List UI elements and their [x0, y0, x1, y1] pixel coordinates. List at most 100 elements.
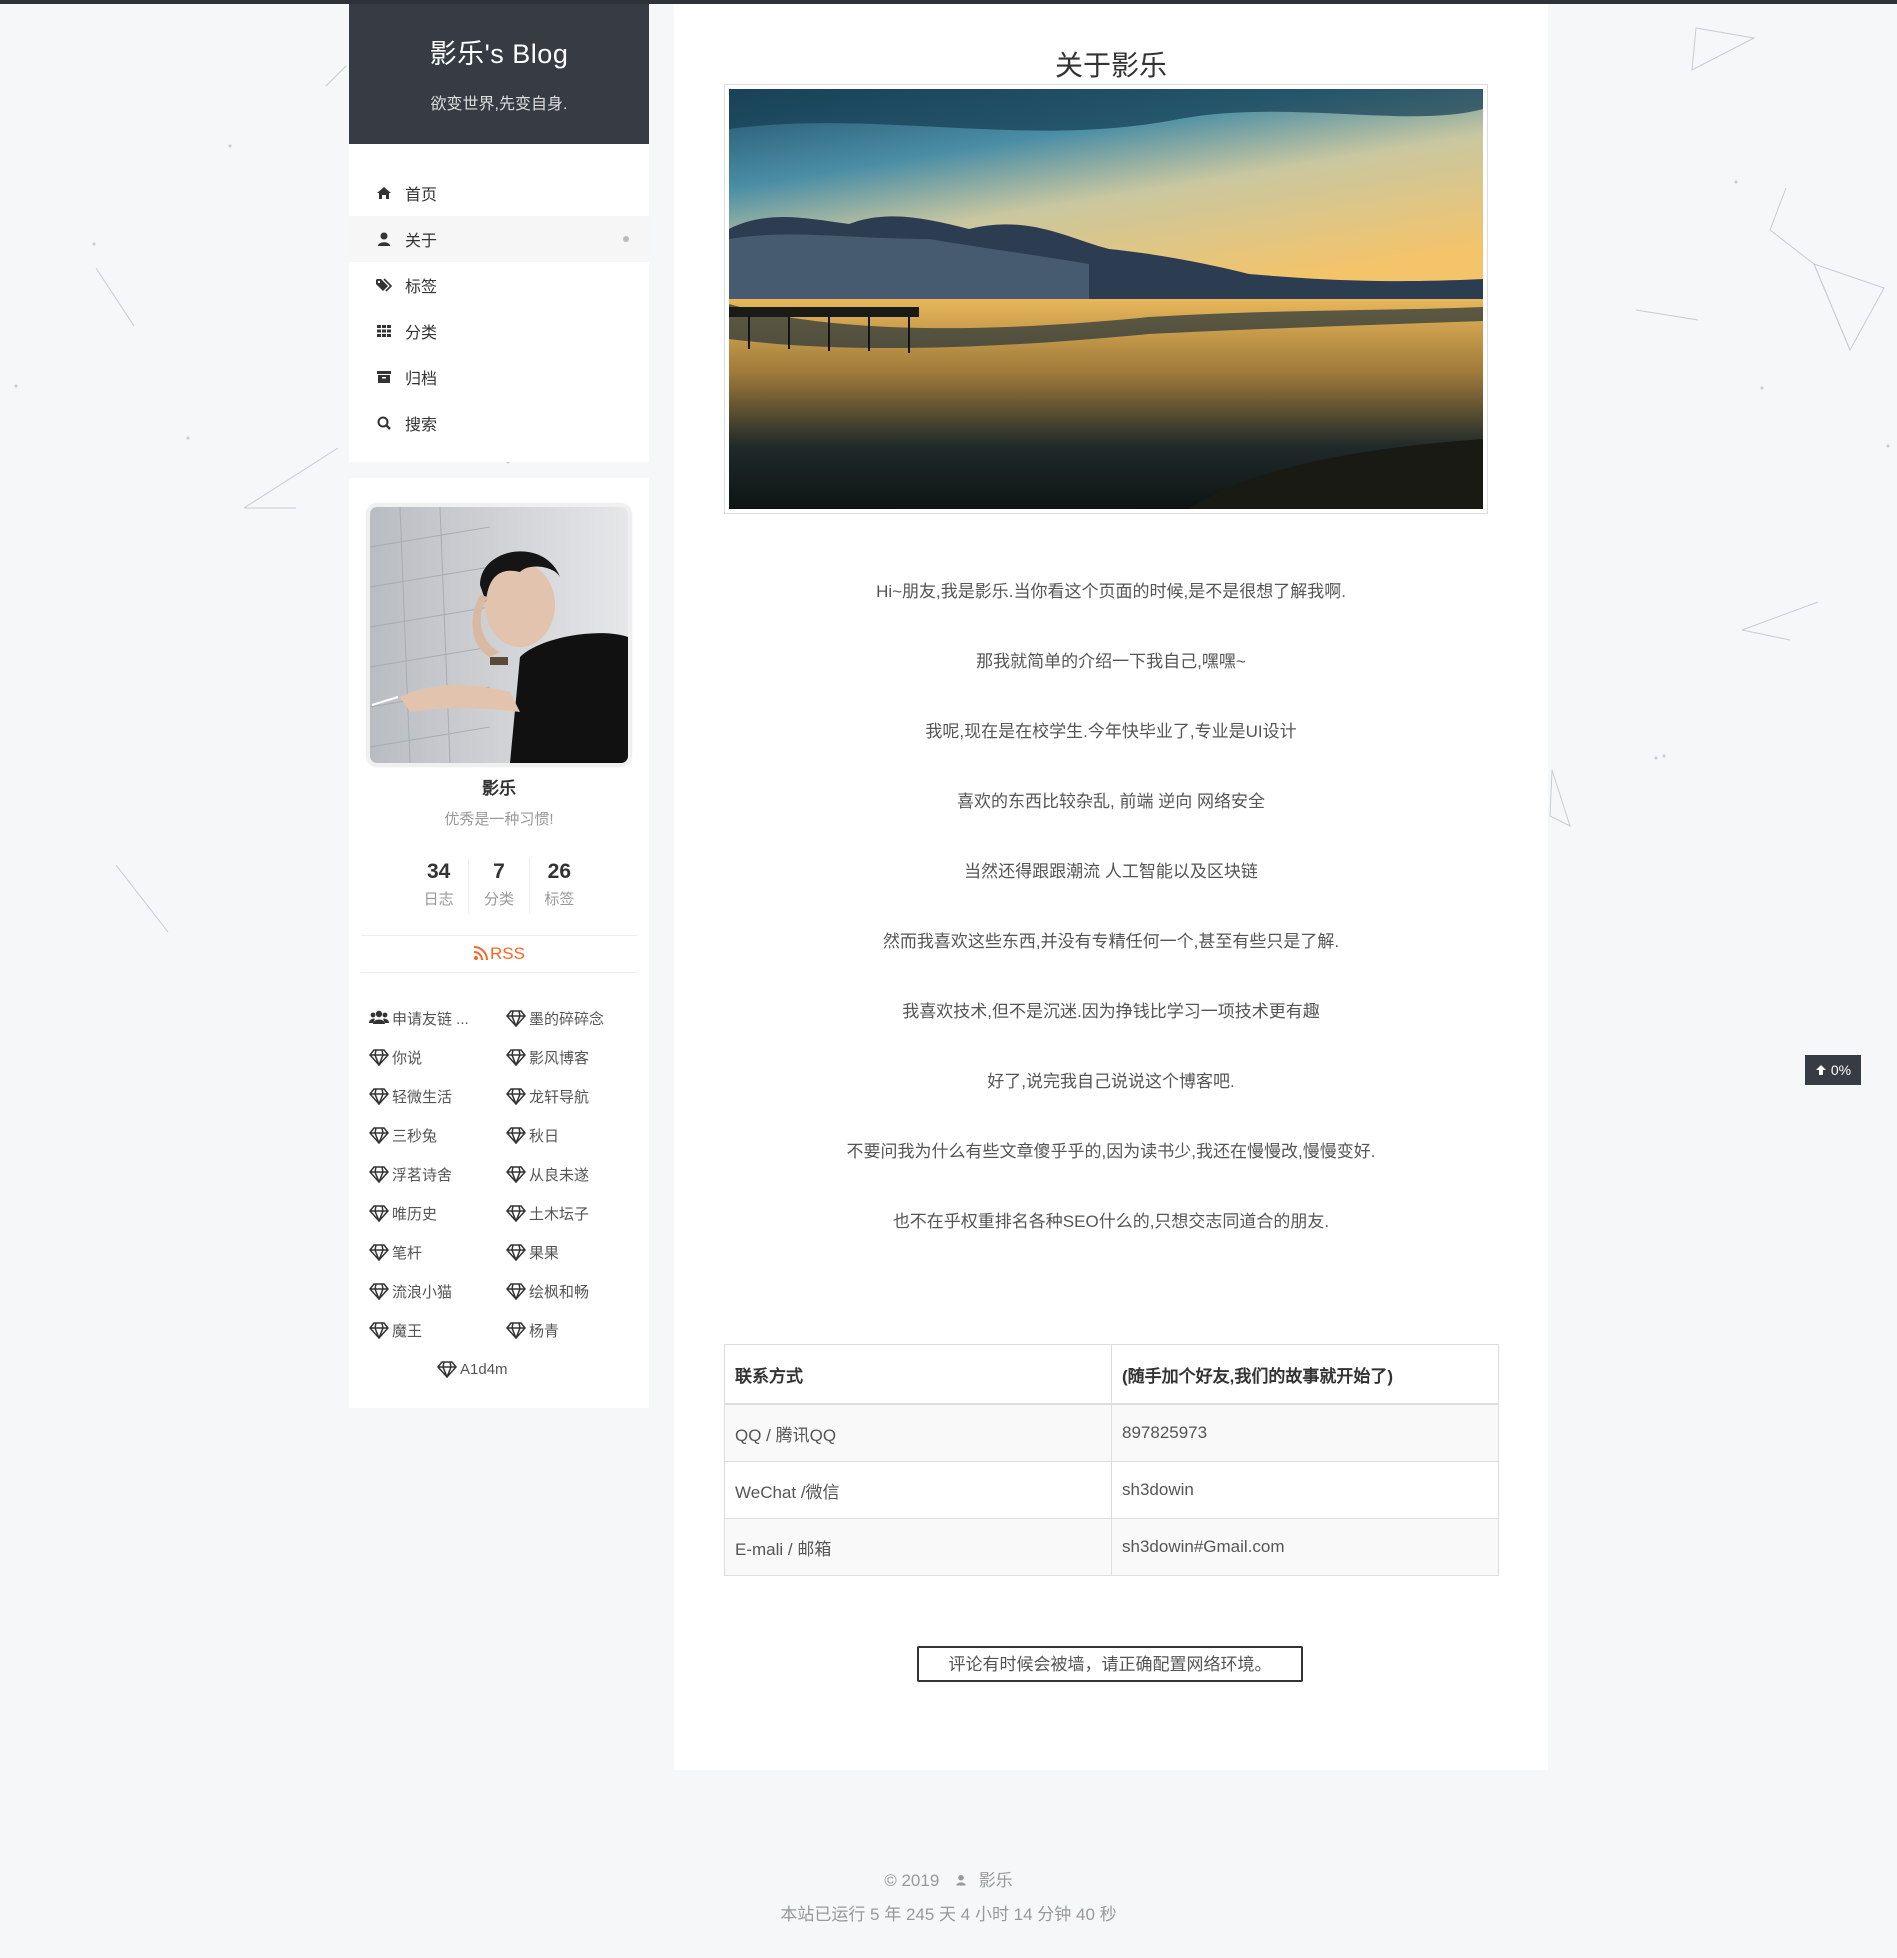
friend-link-label: 杨青: [529, 1322, 560, 1340]
friend-link-label: 唯历史: [392, 1205, 438, 1223]
friend-link[interactable]: A1d4m: [437, 1357, 508, 1381]
friend-link[interactable]: 影风博客: [506, 1045, 589, 1069]
friend-link[interactable]: 流浪小猫: [369, 1279, 452, 1303]
diamond-icon: [369, 1244, 389, 1261]
footer-runtime: 本站已运行 5 年 245 天 4 小时 14 分钟 40 秒: [780, 1905, 1117, 1924]
search-icon: [375, 414, 393, 432]
users-icon: [369, 1010, 389, 1024]
friend-link-label: A1d4m: [460, 1360, 508, 1378]
friend-link-label: 土木坛子: [529, 1205, 590, 1223]
home-icon: [375, 184, 393, 202]
menu-item-label: 分类: [405, 325, 438, 342]
table-cell: sh3dowin#Gmail.com: [1111, 1518, 1499, 1576]
diamond-icon: [369, 1088, 389, 1105]
site-footer: © 2019 影乐 本站已运行 5 年 245 天 4 小时 14 分钟 40 …: [0, 1866, 1897, 1924]
friend-link[interactable]: 秋日: [506, 1123, 559, 1147]
post-body: Hi~朋友,我是影乐.当你看这个页面的时候,是不是很想了解我啊. 那我就简单的介…: [674, 580, 1548, 1280]
user-icon: [956, 1874, 966, 1886]
menu-item-label: 标签: [405, 279, 438, 296]
site-brand: 影乐's Blog 欲变世界,先变自身.: [349, 4, 649, 144]
diamond-icon: [369, 1205, 389, 1222]
stat-value: 34: [426, 860, 451, 883]
post-paragraph: 我呢,现在是在校学生.今年快毕业了,专业是UI设计: [925, 722, 1297, 741]
menu-item-search[interactable]: 搜索: [349, 400, 649, 446]
diamond-icon: [506, 1166, 526, 1183]
menu-item-archives[interactable]: 归档: [349, 354, 649, 400]
th-icon: [375, 322, 393, 340]
diamond-icon: [506, 1088, 526, 1105]
friend-link[interactable]: 三秒兔: [369, 1123, 437, 1147]
arrow-up-icon: [1815, 1065, 1826, 1075]
stat-value: 7: [493, 860, 505, 883]
friend-link-label: 流浪小猫: [392, 1283, 453, 1301]
stat-categories[interactable]: 7 分类: [468, 858, 528, 914]
author-motto: 优秀是一种习惯!: [444, 811, 554, 828]
post-paragraph: 喜欢的东西比较杂乱, 前端 逆向 网络安全: [957, 792, 1265, 811]
menu-item-about[interactable]: 关于: [349, 216, 649, 262]
post-title: 关于影乐: [1054, 50, 1167, 81]
post-paragraph: 那我就简单的介绍一下我自己,嘿嘿~: [976, 652, 1246, 671]
friend-link[interactable]: 轻微生活: [369, 1084, 452, 1108]
friend-link[interactable]: 龙轩导航: [506, 1084, 589, 1108]
friend-link[interactable]: 唯历史: [369, 1201, 437, 1225]
comment-notice-button[interactable]: 评论有时候会被墙，请正确配置网络环境。: [917, 1646, 1303, 1682]
rss-link[interactable]: RSS: [361, 935, 637, 973]
friend-link-apply[interactable]: 申请友链 ...: [369, 1006, 469, 1030]
friend-link-label: 浮茗诗舍: [392, 1166, 453, 1184]
user-icon: [375, 230, 393, 248]
friend-link[interactable]: 墨的碎碎念: [506, 1006, 604, 1030]
stat-label: 标签: [544, 891, 575, 908]
post-paragraph: 也不在乎权重排名各种SEO什么的,只想交志同道合的朋友.: [892, 1212, 1330, 1231]
friend-link[interactable]: 杨青: [506, 1318, 559, 1342]
friend-link-label: 三秒兔: [392, 1127, 438, 1145]
site-subtitle: 欲变世界,先变自身.: [430, 96, 568, 113]
table-cell: E-mali / 邮箱: [724, 1518, 1112, 1576]
friend-link[interactable]: 浮茗诗舍: [369, 1162, 452, 1186]
site-title[interactable]: 影乐's Blog: [349, 36, 649, 72]
friend-link[interactable]: 绘枫和畅: [506, 1279, 589, 1303]
archive-icon: [375, 368, 393, 386]
post-paragraph: 我喜欢技术,但不是沉迷.因为挣钱比学习一项技术更有趣: [902, 1002, 1320, 1021]
menu-item-home[interactable]: 首页: [349, 170, 649, 216]
post-paragraph: 然而我喜欢这些东西,并没有专精任何一个,甚至有些只是了解.: [882, 932, 1340, 951]
post-paragraph: 好了,说完我自己说说这个博客吧.: [987, 1072, 1235, 1091]
diamond-icon: [506, 1205, 526, 1222]
post-container: 关于影乐 Hi~朋友,我是影乐.当你看这个页面的时候,是不是很想了解我啊. 那我…: [674, 4, 1548, 1770]
friend-link-label: 轻微生活: [392, 1088, 453, 1106]
friend-link-label: 申请友链 ...: [392, 1010, 469, 1028]
post-hero-image: [724, 84, 1488, 514]
table-row: E-mali / 邮箱 sh3dowin#Gmail.com: [724, 1518, 1499, 1576]
menu-item-tags[interactable]: 标签: [349, 262, 649, 308]
menu-item-label: 归档: [405, 371, 438, 388]
rss-icon: [473, 946, 489, 961]
diamond-icon: [506, 1322, 526, 1339]
avatar: [367, 504, 631, 766]
stat-label: 日志: [423, 891, 454, 908]
table-cell: WeChat /微信: [724, 1461, 1112, 1519]
table-cell: QQ / 腾讯QQ: [724, 1403, 1112, 1462]
author-profile: 影乐 优秀是一种习惯! 34 日志 7 分类 26 标签 RSS 申请友链 ..…: [349, 478, 649, 1408]
table-cell: sh3dowin: [1111, 1461, 1499, 1519]
stat-posts[interactable]: 34 日志: [409, 858, 468, 914]
author-name: 影乐: [482, 779, 516, 798]
friend-link[interactable]: 笔杆: [369, 1240, 422, 1264]
diamond-icon: [506, 1127, 526, 1144]
friend-link[interactable]: 土木坛子: [506, 1201, 589, 1225]
friend-link-label: 果果: [529, 1244, 560, 1262]
friend-link[interactable]: 果果: [506, 1240, 559, 1264]
friend-link-label: 你说: [392, 1049, 423, 1067]
menu-item-categories[interactable]: 分类: [349, 308, 649, 354]
table-header-cell: (随手加个好友,我们的故事就开始了): [1111, 1344, 1499, 1405]
friend-link[interactable]: 你说: [369, 1045, 422, 1069]
table-row: WeChat /微信 sh3dowin: [724, 1461, 1499, 1519]
diamond-icon: [506, 1283, 526, 1300]
stat-tags[interactable]: 26 标签: [528, 858, 589, 914]
friend-link-label: 影风博客: [529, 1049, 590, 1067]
contact-table: 联系方式 (随手加个好友,我们的故事就开始了) QQ / 腾讯QQ 897825…: [724, 1344, 1499, 1576]
back-to-top-button[interactable]: 0%: [1805, 1055, 1861, 1085]
friend-link[interactable]: 从良未遂: [506, 1162, 589, 1186]
post-paragraph: Hi~朋友,我是影乐.当你看这个页面的时候,是不是很想了解我啊.: [876, 582, 1346, 601]
menu-item-label: 首页: [405, 187, 438, 204]
friend-link[interactable]: 魔王: [369, 1318, 422, 1342]
rss-label: RSS: [490, 944, 525, 963]
